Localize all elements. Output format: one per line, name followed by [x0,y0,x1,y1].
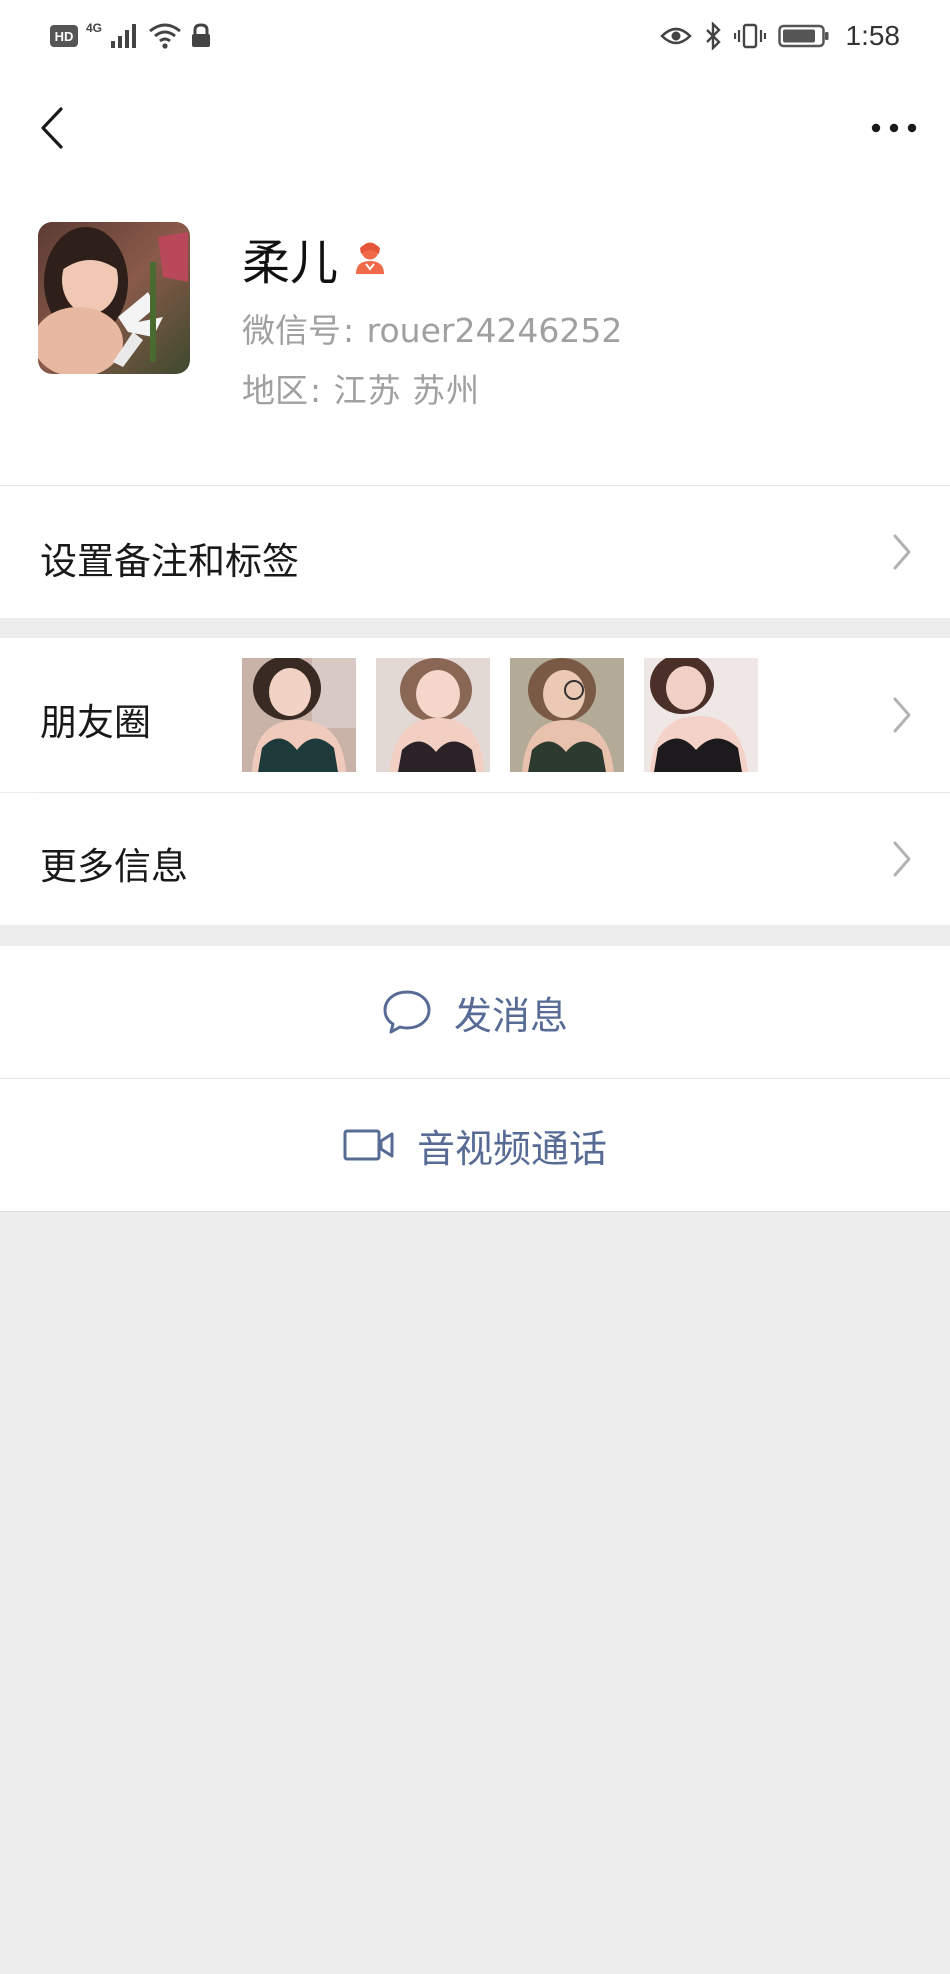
moments-photos [242,658,758,772]
hd-badge: HD [50,25,78,47]
avatar[interactable] [38,222,190,374]
moment-photo [644,658,758,772]
profile-header-area: HD 4G 1:58 柔儿 微信号: rouer24246252 地区: 江苏 … [0,0,950,485]
contact-profile-page: HD 4G 1:58 柔儿 微信号: rouer24246252 地区: 江苏 … [0,0,950,1974]
moment-photo [376,658,490,772]
send-message-label: 发消息 [453,993,568,1038]
chevron-left-icon [41,107,63,149]
more-info-label: 更多信息 [40,845,188,888]
signal-icon [111,24,137,48]
back-button[interactable] [26,102,78,154]
chevron-right-icon [893,841,911,877]
profile-name: 柔儿 [242,235,339,291]
status-right: 1:58 [659,20,901,52]
wechat-id-value: rouer24246252 [366,311,623,350]
female-icon [356,242,385,274]
video-call-label: 音视频通话 [416,1126,607,1171]
region-label: 地区 [242,371,308,410]
bluetooth-icon [705,22,721,50]
remark-tags-cell[interactable]: 设置备注和标签 [0,486,950,618]
profile-name-row: 柔儿 [242,224,388,292]
bottom-divider [0,1211,950,1212]
chat-bubble-icon [383,990,431,1034]
more-button[interactable] [862,102,926,154]
moments-cell[interactable]: 朋友圈 [0,638,950,792]
status-bar: HD 4G 1:58 [0,0,950,72]
video-camera-icon [343,1129,394,1161]
chevron-right-icon [893,697,911,733]
wechat-id-label: 微信号 [242,311,341,350]
remark-tags-label: 设置备注和标签 [40,540,299,583]
more-info-cell[interactable]: 更多信息 [0,793,950,925]
moments-label: 朋友圈 [40,701,151,744]
moment-photo [242,658,356,772]
chevron-right-icon [893,534,911,570]
nav-bar [0,88,950,168]
wifi-icon [149,23,181,49]
moment-photo [510,658,624,772]
lock-icon [192,23,211,47]
status-time: 1:58 [845,20,901,51]
more-dots-icon [871,123,917,133]
vibrate-icon [733,23,766,49]
region-city: 苏州 [412,371,481,410]
eye-icon [659,27,692,45]
status-left: HD 4G [50,20,212,52]
send-message-button[interactable]: 发消息 [0,946,950,1078]
wechat-id-line: 微信号: rouer24246252 [242,311,623,350]
avatar-image [38,222,190,374]
region-province: 江苏 [333,371,402,410]
battery-icon [777,24,828,48]
network-type: 4G [86,21,103,35]
region-line: 地区: 江苏 苏州 [242,371,481,410]
video-call-button[interactable]: 音视频通话 [0,1079,950,1211]
